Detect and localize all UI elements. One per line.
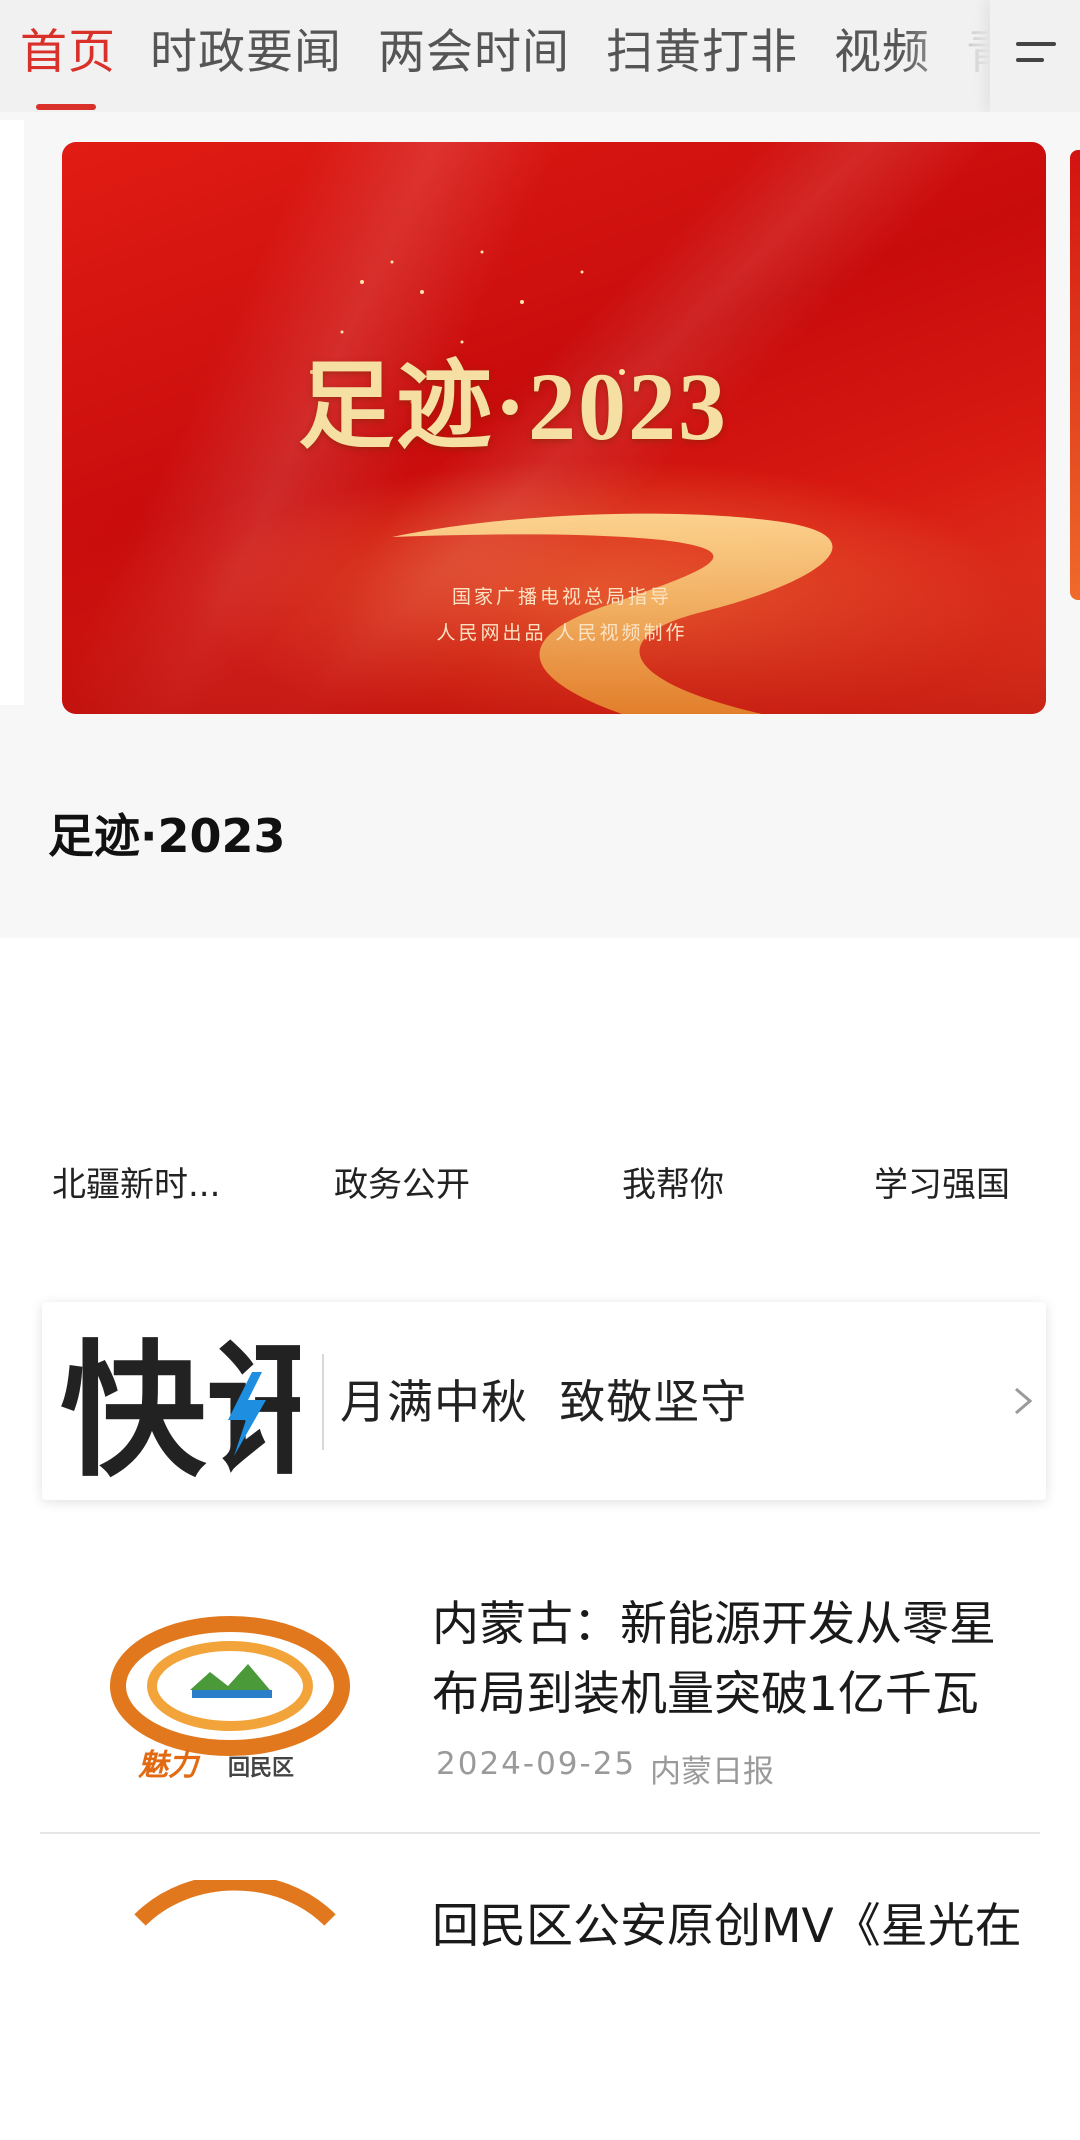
chevron-right-icon xyxy=(1015,1387,1033,1415)
list-divider xyxy=(40,1832,1040,1834)
top-tab-bar: 首页 时政要闻 两会时间 扫黄打非 视频 青 xyxy=(0,0,1080,112)
svg-text:回民区: 回民区 xyxy=(228,1756,294,1781)
tab-anti-porn[interactable]: 扫黄打非 xyxy=(606,18,798,88)
active-tab-indicator xyxy=(36,104,96,110)
tab-list: 首页 时政要闻 两会时间 扫黄打非 视频 青 xyxy=(0,0,990,112)
banner-image[interactable]: 足迹·2023 国家广播电视总局指导 人民网出品 人民视频制作 xyxy=(62,142,1046,714)
svg-text:魅力: 魅力 xyxy=(138,1748,201,1783)
carousel-prev-peek[interactable] xyxy=(0,120,24,705)
list-item[interactable]: 魅力 回民区 内蒙古：新能源开发从零星布局到装机量突破1亿千瓦 2024-09-… xyxy=(40,1590,1040,1850)
tabs-fade xyxy=(900,0,990,112)
banner-image-subtitle-2: 人民网出品 人民视频制作 xyxy=(436,622,688,644)
carousel-next-peek[interactable] xyxy=(1070,150,1080,600)
menu-icon xyxy=(1016,42,1056,46)
news-title: 内蒙古：新能源开发从零星布局到装机量突破1亿千瓦 xyxy=(432,1597,996,1722)
shortcut-government-affairs[interactable]: 政务公开 xyxy=(334,1160,470,1210)
flash-news-text: 月满中秋 致敬坚守 xyxy=(340,1375,748,1429)
tab-home[interactable]: 首页 xyxy=(20,18,116,88)
news-thumbnail: 魅力 回民区 xyxy=(80,1590,380,1830)
list-item[interactable]: 回民区公安原创MV《星光在 xyxy=(40,1880,1040,2140)
tab-two-sessions[interactable]: 两会时间 xyxy=(378,18,570,88)
tab-politics-news[interactable]: 时政要闻 xyxy=(150,18,342,88)
news-source: 内蒙日报 xyxy=(650,1754,774,1790)
shortcut-beijiang[interactable]: 北疆新时... xyxy=(52,1160,220,1210)
banner-caption[interactable]: 足迹·2023 xyxy=(48,800,286,866)
news-date: 2024-09-25 xyxy=(436,1746,637,1782)
channel-menu-button[interactable] xyxy=(990,0,1080,112)
flash-news-logo: 快讯 xyxy=(60,1327,300,1480)
news-thumbnail xyxy=(134,1880,336,1926)
news-title: 回民区公安原创MV《星光在 xyxy=(432,1899,1022,1954)
banner-image-subtitle-1: 国家广播电视总局指导 xyxy=(451,586,672,608)
banner-image-title: 足迹·2023 xyxy=(298,353,729,460)
flash-news-card[interactable]: 快讯 月满中秋 致敬坚守 xyxy=(42,1302,1046,1500)
shortcut-help-you[interactable]: 我帮你 xyxy=(622,1160,724,1210)
shortcut-xuexi-qiangguo[interactable]: 学习强国 xyxy=(874,1160,1010,1210)
